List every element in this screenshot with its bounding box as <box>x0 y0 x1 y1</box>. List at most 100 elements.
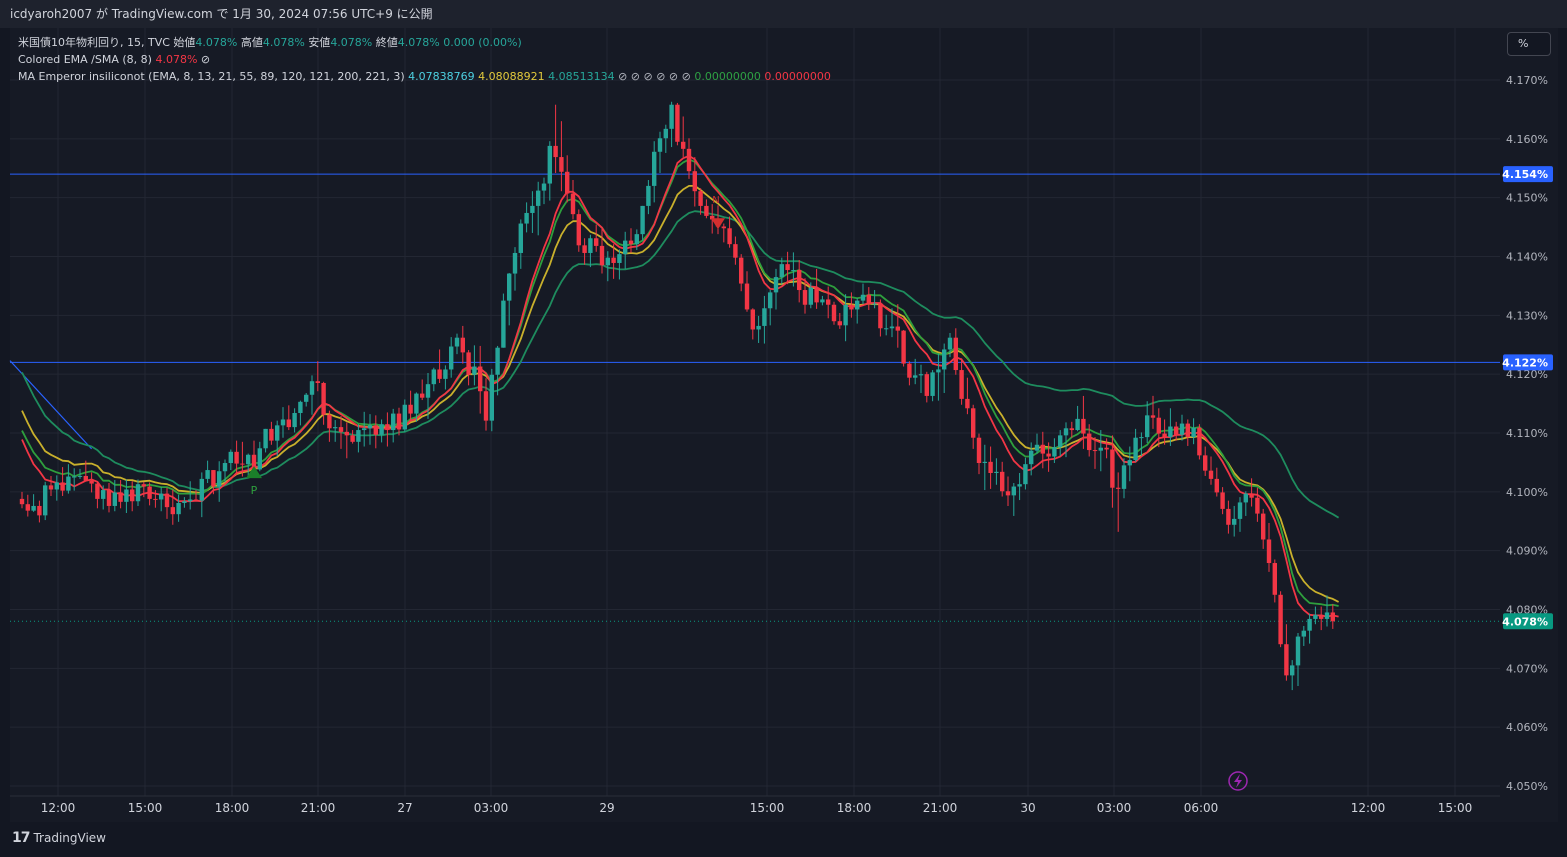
grid-lines <box>10 28 1500 796</box>
candle-body <box>1301 630 1306 637</box>
candle-body <box>698 191 703 206</box>
candle-body <box>1092 450 1098 452</box>
candle-body <box>704 205 709 216</box>
candle-body <box>298 401 303 413</box>
time-axis[interactable]: 12:00 15:00 18:00 21:00 27 03:00 29 15:00 18:00 2… <box>10 795 1500 815</box>
candle-body <box>292 412 297 428</box>
candle-body <box>37 505 42 516</box>
candle-body <box>286 419 291 428</box>
candle-body <box>95 483 100 499</box>
legend-close-value: 4.078% <box>397 36 440 49</box>
candle-body <box>965 398 970 409</box>
candle-body <box>953 337 958 371</box>
legend-ma-value-2: 4.08088921 <box>478 70 545 83</box>
legend-ema-title: Colored EMA /SMA (8, 8) <box>18 53 152 66</box>
tradingview-brand: TradingView <box>33 831 106 845</box>
candle-body <box>211 470 216 487</box>
candle-body <box>356 430 361 442</box>
candle-body <box>414 393 419 414</box>
legend-ma-row[interactable]: MA Emperor insiliconot (EMA, 8, 13, 21, … <box>18 68 831 85</box>
time-tick-label: 06:00 <box>1184 801 1219 815</box>
candle-body <box>599 245 605 266</box>
legend: 米国債10年物利回り, 15, TVC 始値4.078% 高値4.078% 安値… <box>18 34 831 85</box>
candle-body <box>1098 447 1103 451</box>
candle-body <box>512 252 518 274</box>
candle-body <box>48 485 54 490</box>
legend-high-label: 高値 <box>240 36 263 49</box>
candle-body <box>530 205 535 213</box>
candle-body <box>1058 435 1063 448</box>
candle-body <box>101 490 106 499</box>
candle-body <box>304 394 309 402</box>
candle-body <box>1145 415 1150 438</box>
candle-body <box>1295 636 1301 666</box>
legend-ma-value-3: 4.08513134 <box>548 70 615 83</box>
horizontal-lines <box>10 173 1500 363</box>
percent-scale-button[interactable]: % <box>1507 32 1551 56</box>
candle-body <box>652 151 657 186</box>
candle-body <box>454 337 460 347</box>
candle-body <box>240 463 245 465</box>
candle-body <box>721 226 726 229</box>
legend-ema-row[interactable]: Colored EMA /SMA (8, 8) 4.078% ⊘ <box>18 51 831 68</box>
candle-body <box>1052 447 1057 457</box>
candle-body <box>466 352 471 375</box>
candle-body <box>1191 427 1196 438</box>
time-tick-label: 30 <box>1020 801 1035 815</box>
candle-body <box>524 212 529 224</box>
candle-body <box>884 328 889 330</box>
candle-body <box>193 499 199 501</box>
candle-body <box>733 244 738 258</box>
candle-body <box>762 308 767 326</box>
candle-body <box>147 486 152 499</box>
legend-low-value: 4.078% <box>330 36 373 49</box>
candle-body <box>362 428 367 431</box>
tradingview-logo[interactable]: 17 TradingView <box>12 830 106 846</box>
footer-bar <box>0 822 1567 857</box>
candle-body <box>1208 470 1214 479</box>
candle-body <box>820 299 825 303</box>
candle-body <box>182 501 187 504</box>
candle-body <box>118 492 123 502</box>
candle-body <box>83 475 88 481</box>
candle-body <box>837 321 842 326</box>
candle-body <box>443 369 448 379</box>
candle-body <box>878 303 883 329</box>
candle-body <box>779 264 784 278</box>
buy-signal-label: P <box>251 484 258 497</box>
candle-body <box>1243 493 1248 503</box>
legend-symbol-row[interactable]: 米国債10年物利回り, 15, TVC 始値4.078% 高値4.078% 安値… <box>18 34 831 51</box>
candle-body <box>420 393 425 398</box>
candle-body <box>385 424 390 431</box>
price-tick-label: 4.100% <box>1506 486 1548 499</box>
candle-body <box>802 290 808 305</box>
candle-body <box>188 499 193 502</box>
price-axis[interactable]: 4.170%4.160%4.150%4.140%4.130%4.120%4.11… <box>1502 74 1553 793</box>
candle-body <box>373 425 378 435</box>
candle-body <box>1168 426 1173 438</box>
legend-ma-value-5: 0.00000000 <box>764 70 831 83</box>
candle-body <box>112 492 117 506</box>
sell-signal-label: N <box>712 195 719 206</box>
legend-high-value: 4.078% <box>262 36 305 49</box>
candle-body <box>222 463 228 472</box>
candle-body <box>176 503 181 515</box>
candle-body <box>855 300 860 310</box>
price-chart[interactable]: P N 4.170%4.160%4.150%4.140%4.130%4.120%4… <box>0 0 1567 857</box>
candle-body <box>106 490 112 506</box>
candle-body <box>333 427 338 429</box>
candle-body <box>831 304 837 322</box>
candle-body <box>228 451 233 464</box>
legend-ma-title: MA Emperor insiliconot (EMA, 8, 13, 21, … <box>18 70 405 83</box>
price-tick-label: 4.060% <box>1506 721 1548 734</box>
candle-body <box>507 273 512 301</box>
candle-body <box>350 435 355 442</box>
candle-body <box>472 366 477 375</box>
candle-body <box>750 309 755 330</box>
legend-ma-value-1: 4.07838769 <box>408 70 475 83</box>
candle-body <box>959 370 964 399</box>
candle-body <box>1162 433 1167 438</box>
candle-body <box>275 425 280 441</box>
candle-body <box>164 493 170 508</box>
candle-body <box>536 190 541 206</box>
